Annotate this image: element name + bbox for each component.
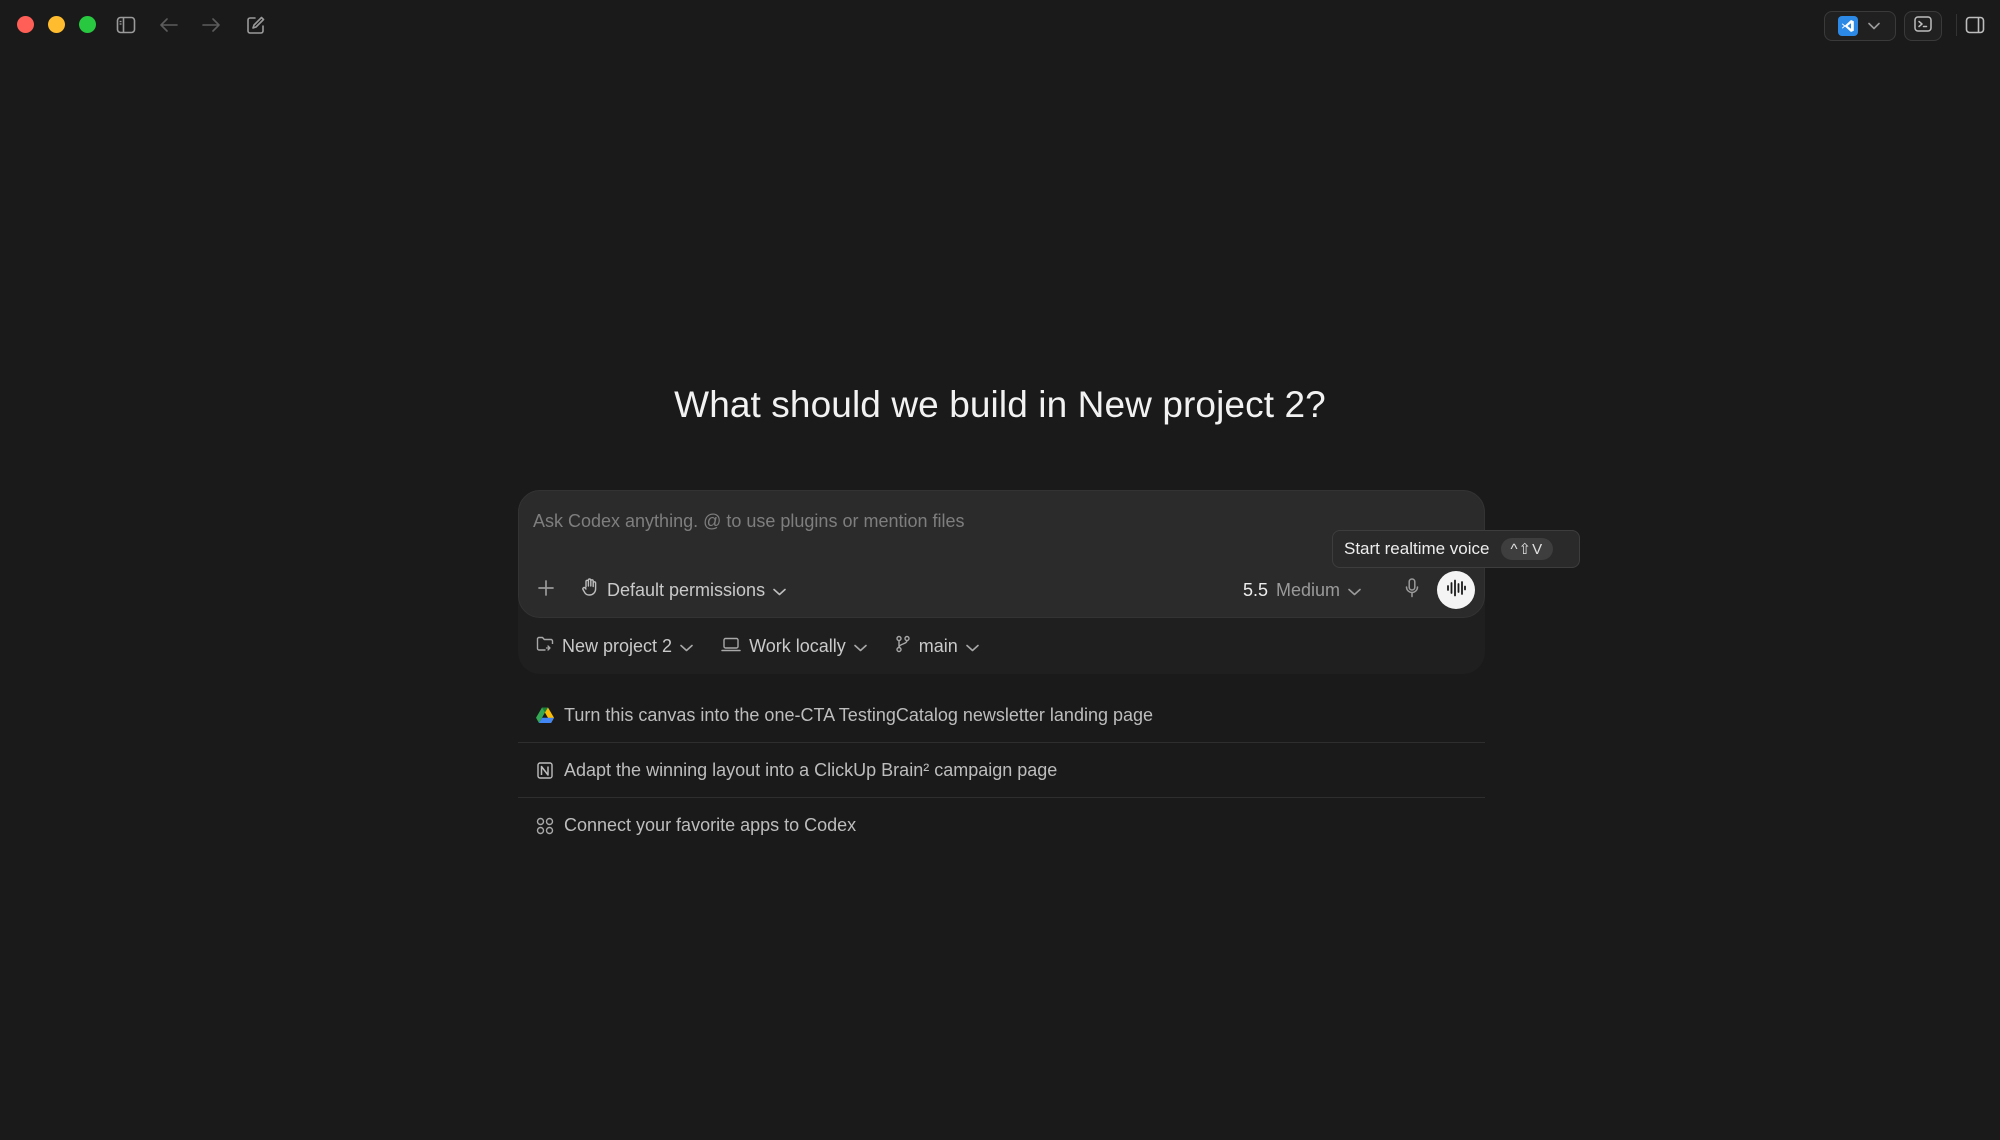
chevron-down-icon <box>853 636 867 657</box>
realtime-voice-button[interactable] <box>1437 571 1475 609</box>
suggestion-label: Turn this canvas into the one-CTA Testin… <box>564 704 1154 725</box>
dictation-button[interactable] <box>1399 577 1425 603</box>
context-row: New project 2 Work locally main <box>518 632 1007 660</box>
toolbar-divider <box>1956 14 1957 36</box>
hand-icon <box>581 578 599 602</box>
folder-icon <box>536 636 554 657</box>
laptop-icon <box>721 636 741 657</box>
branch-label: main <box>918 635 958 656</box>
chevron-down-icon <box>965 636 979 657</box>
voice-tooltip: Start realtime voice ^⇧V <box>1332 530 1580 568</box>
minimize-window-button[interactable] <box>48 16 65 33</box>
google-drive-icon <box>536 706 554 724</box>
location-selector[interactable]: Work locally <box>721 636 867 657</box>
prompt-input[interactable] <box>533 509 1333 533</box>
project-selector[interactable]: New project 2 <box>536 636 693 657</box>
model-effort: Medium <box>1276 579 1341 600</box>
suggestion-label: Adapt the winning layout into a ClickUp … <box>564 759 1058 780</box>
plus-icon <box>537 579 555 602</box>
vscode-icon <box>1838 16 1858 36</box>
model-selector[interactable]: 5.5 Medium <box>1243 577 1361 603</box>
git-branch-icon <box>895 635 911 658</box>
tooltip-label: Start realtime voice <box>1344 539 1490 558</box>
project-label: New project 2 <box>562 635 673 656</box>
microphone-icon <box>1405 577 1419 603</box>
apps-grid-icon <box>536 817 554 835</box>
chevron-down-icon <box>1868 17 1880 35</box>
waveform-icon <box>1446 579 1466 602</box>
suggestions-list: Turn this canvas into the one-CTA Testin… <box>518 688 1485 853</box>
branch-selector[interactable]: main <box>895 635 979 658</box>
right-panel-toggle-icon[interactable] <box>1962 12 1988 38</box>
model-version: 5.5 <box>1243 579 1269 600</box>
chevron-down-icon <box>1348 580 1361 601</box>
suggestion-label: Connect your favorite apps to Codex <box>564 815 857 835</box>
keyboard-shortcut: ^⇧V <box>1500 538 1554 560</box>
suggestion-item[interactable]: Adapt the winning layout into a ClickUp … <box>518 743 1485 798</box>
page-title: What should we build in New project 2? <box>674 384 1326 425</box>
suggestion-item[interactable]: Turn this canvas into the one-CTA Testin… <box>518 688 1485 743</box>
location-label: Work locally <box>749 635 846 656</box>
terminal-icon <box>1914 15 1932 37</box>
notion-icon <box>536 761 554 779</box>
terminal-button[interactable] <box>1904 11 1942 41</box>
close-window-button[interactable] <box>17 16 34 33</box>
forward-arrow-icon[interactable] <box>198 12 224 38</box>
new-chat-icon[interactable] <box>243 12 269 38</box>
suggestion-item[interactable]: Connect your favorite apps to Codex <box>518 798 1485 853</box>
chevron-down-icon <box>773 580 786 601</box>
app-window: What should we build in New project 2? D… <box>0 0 2000 1140</box>
maximize-window-button[interactable] <box>79 16 96 33</box>
chevron-down-icon <box>680 636 693 657</box>
permissions-label: Default permissions <box>607 579 766 600</box>
permissions-dropdown[interactable]: Default permissions <box>581 577 786 603</box>
sidebar-toggle-icon[interactable] <box>113 12 139 38</box>
back-arrow-icon[interactable] <box>156 12 182 38</box>
add-attachment-button[interactable] <box>533 577 559 603</box>
open-in-ide-button[interactable] <box>1824 11 1896 41</box>
title-bar <box>0 0 2000 50</box>
